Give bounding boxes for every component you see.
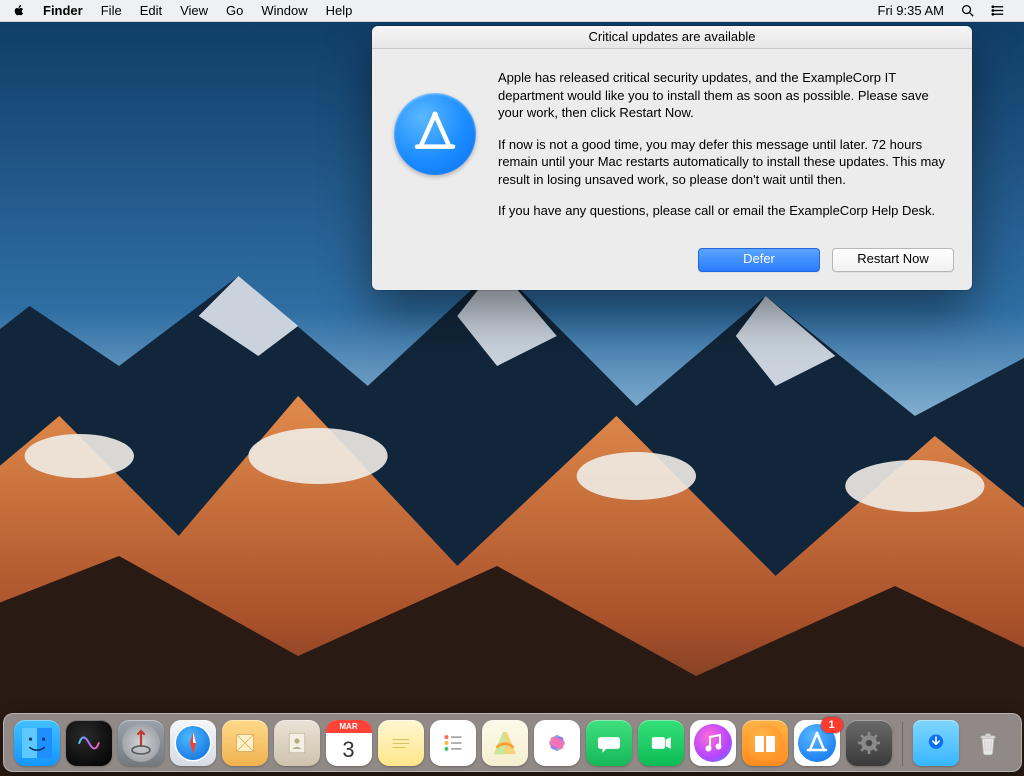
dock-itunes[interactable] <box>690 720 736 766</box>
dock-system-preferences[interactable] <box>846 720 892 766</box>
dialog-title: Critical updates are available <box>372 26 972 49</box>
dock: MAR 3 <box>0 713 1024 772</box>
dock-maps[interactable] <box>482 720 528 766</box>
dock-siri[interactable] <box>66 720 112 766</box>
defer-button[interactable]: Defer <box>698 248 820 272</box>
dock-messages[interactable] <box>586 720 632 766</box>
app-store-icon <box>394 93 476 175</box>
menubar-item-help[interactable]: Help <box>317 0 362 22</box>
dock-safari[interactable] <box>170 720 216 766</box>
dialog-app-icon <box>390 69 480 234</box>
menubar-item-view[interactable]: View <box>171 0 217 22</box>
menubar-item-go[interactable]: Go <box>217 0 252 22</box>
dock-separator <box>902 722 903 766</box>
dock-facetime[interactable] <box>638 720 684 766</box>
apple-menu-icon[interactable] <box>12 4 26 18</box>
menubar-app-name[interactable]: Finder <box>34 0 92 22</box>
dock-appstore[interactable]: 1 <box>794 720 840 766</box>
calendar-month-label: MAR <box>326 720 372 733</box>
dock-trash[interactable] <box>965 720 1011 766</box>
dock-launchpad[interactable] <box>118 720 164 766</box>
dock-downloads[interactable] <box>913 720 959 766</box>
dock-finder[interactable] <box>14 720 60 766</box>
notification-center-icon[interactable] <box>983 3 1014 18</box>
menubar-item-edit[interactable]: Edit <box>131 0 171 22</box>
calendar-day-label: 3 <box>342 733 354 766</box>
appstore-badge: 1 <box>821 717 843 733</box>
dialog-paragraph-1: Apple has released critical security upd… <box>498 69 950 122</box>
dock-notes[interactable] <box>378 720 424 766</box>
menubar-item-window[interactable]: Window <box>252 0 316 22</box>
dialog-paragraph-2: If now is not a good time, you may defer… <box>498 136 950 189</box>
update-dialog: Critical updates are available Apple has… <box>372 26 972 290</box>
dock-calendar[interactable]: MAR 3 <box>326 720 372 766</box>
dialog-paragraph-3: If you have any questions, please call o… <box>498 202 950 220</box>
menubar-item-file[interactable]: File <box>92 0 131 22</box>
dock-reminders[interactable] <box>430 720 476 766</box>
spotlight-icon[interactable] <box>952 3 983 18</box>
dock-mail[interactable] <box>222 720 268 766</box>
dock-ibooks[interactable] <box>742 720 788 766</box>
dock-photos[interactable] <box>534 720 580 766</box>
restart-now-button[interactable]: Restart Now <box>832 248 954 272</box>
dialog-message: Apple has released critical security upd… <box>498 69 950 234</box>
menubar-clock[interactable]: Fri 9:35 AM <box>870 0 952 22</box>
dock-contacts[interactable] <box>274 720 320 766</box>
menubar: Finder File Edit View Go Window Help Fri… <box>0 0 1024 22</box>
